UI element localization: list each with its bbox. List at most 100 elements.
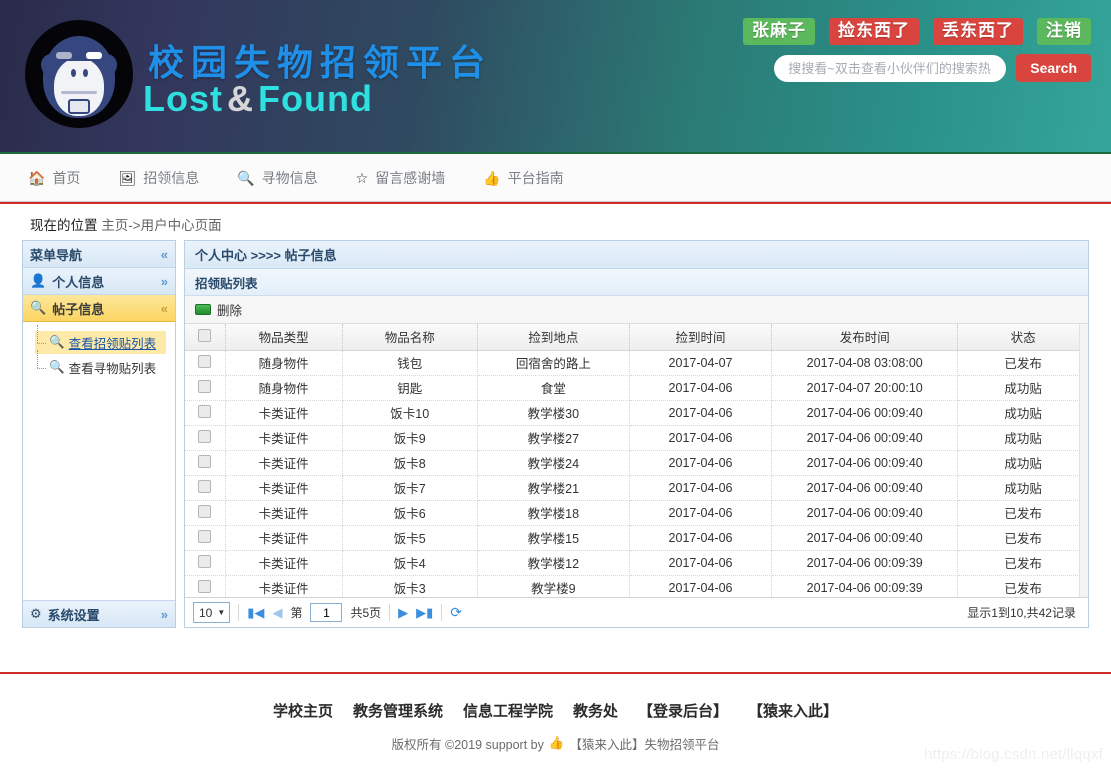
row-select-cell[interactable] [185,350,225,375]
footer-link-it-college[interactable]: 信息工程学院 [463,700,553,721]
cell-status: 成功贴 [958,375,1088,400]
row-select-cell[interactable] [185,450,225,475]
page-size-value: 10 [199,606,212,620]
logo[interactable] [25,20,133,128]
cell-status: 成功贴 [958,475,1088,500]
cell-item-type: 随身物件 [225,375,342,400]
last-page-icon[interactable]: ▶▮ [416,605,433,621]
footer-link-admin-login[interactable]: 【登录后台】 [638,700,728,721]
collapse-all-icon[interactable]: « [161,247,168,262]
row-checkbox[interactable] [198,530,211,543]
row-checkbox[interactable] [198,430,211,443]
logout-button[interactable]: 注销 [1037,18,1091,45]
cell-item-name: 钥匙 [342,375,477,400]
refresh-icon[interactable]: ⟳ [450,604,462,621]
row-select-cell[interactable] [185,525,225,550]
cell-found-place: 教学楼27 [477,425,629,450]
chevron-down-icon[interactable]: » [161,274,168,289]
row-checkbox[interactable] [198,555,211,568]
lost-item-button[interactable]: 丢东西了 [933,18,1023,45]
sidebar-item-personal-info[interactable]: 👤 个人信息 » [23,268,175,295]
table-row[interactable]: 卡类证件饭卡3教学楼92017-04-062017-04-06 00:09:39… [185,575,1088,597]
row-select-cell[interactable] [185,400,225,425]
sidebar-subitem-found-list[interactable]: 🔍 查看招领贴列表 [35,331,166,354]
footer-link-school-home[interactable]: 学校主页 [273,700,333,721]
page-number-input[interactable] [310,603,342,622]
table-row[interactable]: 卡类证件饭卡4教学楼122017-04-062017-04-06 00:09:3… [185,550,1088,575]
cell-item-type: 卡类证件 [225,400,342,425]
next-page-icon[interactable]: ▶ [398,605,408,621]
select-all-cell[interactable] [185,324,225,350]
prev-page-icon[interactable]: ◀ [272,605,282,621]
row-checkbox[interactable] [198,455,211,468]
cell-status: 成功贴 [958,400,1088,425]
table-row[interactable]: 卡类证件饭卡5教学楼152017-04-062017-04-06 00:09:4… [185,525,1088,550]
row-select-cell[interactable] [185,550,225,575]
nav-item-guide[interactable]: 👍 平台指南 [483,168,563,188]
pagination-bar: 10 ▼ ▮◀ ◀ 第 共5页 ▶ ▶▮ ⟳ 显示1到10,共42记录 [185,597,1088,627]
panels-container: 菜单导航 « 👤 个人信息 » 🔍 帖子信息 « [0,240,1111,628]
cell-publish-time: 2017-04-06 00:09:40 [772,425,958,450]
chevron-up-icon[interactable]: « [161,301,168,316]
cell-status: 已发布 [958,500,1088,525]
sidebar-subitem-lost-list[interactable]: 🔍 查看寻物贴列表 [35,356,166,379]
star-icon: ☆ [356,171,369,185]
table-row[interactable]: 随身物件钥匙食堂2017-04-062017-04-07 20:00:10成功贴 [185,375,1088,400]
sidebar-title-row[interactable]: 菜单导航 « [23,241,175,268]
row-select-cell[interactable] [185,425,225,450]
nav-item-thanks-wall[interactable]: ☆ 留言感谢墙 [356,168,446,188]
row-checkbox[interactable] [198,355,211,368]
row-checkbox[interactable] [198,380,211,393]
chevron-down-icon[interactable]: » [161,607,168,622]
row-checkbox[interactable] [198,480,211,493]
grid-toolbar[interactable]: 删除 [185,296,1088,324]
gorilla-logo-icon [25,20,133,128]
footer-link-academic-off[interactable]: 教务处 [573,700,618,721]
panel-title: 个人中心 >>>> 帖子信息 [185,241,1088,269]
row-checkbox[interactable] [198,405,211,418]
found-item-button[interactable]: 捡东西了 [829,18,919,45]
column-header: 物品名称 [342,324,477,350]
row-select-cell[interactable] [185,475,225,500]
sidebar-item-system-settings[interactable]: ⚙ 系统设置 » [23,600,175,627]
table-row[interactable]: 卡类证件饭卡6教学楼182017-04-062017-04-06 00:09:4… [185,500,1088,525]
brand-found: Found [258,78,373,119]
first-page-icon[interactable]: ▮◀ [247,605,264,621]
cell-publish-time: 2017-04-08 03:08:00 [772,350,958,375]
select-all-checkbox[interactable] [198,329,211,342]
nav-item-home[interactable]: 🏠 首页 [28,168,80,188]
column-header: 物品类型 [225,324,342,350]
page-size-select[interactable]: 10 ▼ [193,602,230,623]
footer-link-yuanlai[interactable]: 【猿来入此】 [748,700,838,721]
sidebar-subitem-label: 查看寻物贴列表 [69,358,157,377]
table-row[interactable]: 卡类证件饭卡10教学楼302017-04-062017-04-06 00:09:… [185,400,1088,425]
nav-item-lost-info[interactable]: 🔍 寻物信息 [237,168,317,188]
row-select-cell[interactable] [185,375,225,400]
cell-item-name: 饭卡5 [342,525,477,550]
posts-table: 物品类型 物品名称 捡到地点 捡到时间 发布时间 状态 随身物件钱包回宿舍的路上… [185,324,1088,597]
nav-item-found-info[interactable]: 🖼 招领信息 [118,168,199,188]
table-row[interactable]: 卡类证件饭卡7教学楼212017-04-062017-04-06 00:09:4… [185,475,1088,500]
sidebar-item-post-info[interactable]: 🔍 帖子信息 « [23,295,175,322]
footer-copyright: 版权所有 ©2019 support by 👍 【猿来入此】失物招领平台 [0,734,1111,753]
row-checkbox[interactable] [198,505,211,518]
grid-scrollbar[interactable] [1079,324,1088,597]
nav-label: 留言感谢墙 [375,168,445,188]
home-icon: 🏠 [28,171,45,185]
cell-publish-time: 2017-04-06 00:09:40 [772,475,958,500]
search-button[interactable]: Search [1016,54,1091,82]
table-row[interactable]: 卡类证件饭卡9教学楼272017-04-062017-04-06 00:09:4… [185,425,1088,450]
username-button[interactable]: 张麻子 [743,18,815,45]
cell-item-type: 卡类证件 [225,450,342,475]
content-area: 现在的位置 主页->用户中心页面 菜单导航 « 👤 个人信息 » 🔍 帖子信息 [0,202,1111,672]
search-input[interactable] [774,55,1006,82]
row-select-cell[interactable] [185,575,225,597]
cell-item-type: 随身物件 [225,350,342,375]
table-row[interactable]: 卡类证件饭卡8教学楼242017-04-062017-04-06 00:09:4… [185,450,1088,475]
row-checkbox[interactable] [198,580,211,593]
site-footer: 学校主页 教务管理系统 信息工程学院 教务处 【登录后台】 【猿来入此】 版权所… [0,672,1111,753]
footer-link-academic-sys[interactable]: 教务管理系统 [353,700,443,721]
chevron-down-icon: ▼ [217,608,225,617]
row-select-cell[interactable] [185,500,225,525]
table-row[interactable]: 随身物件钱包回宿舍的路上2017-04-072017-04-08 03:08:0… [185,350,1088,375]
